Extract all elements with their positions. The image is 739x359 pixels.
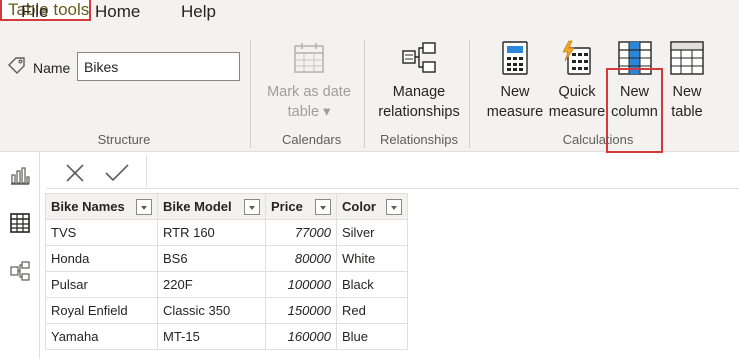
ribbon-separator [250, 40, 251, 148]
column-header-color[interactable]: Color [336, 193, 408, 220]
table-name-input[interactable] [77, 52, 240, 81]
chevron-down-icon[interactable] [315, 198, 331, 215]
column-header-bike-names[interactable]: Bike Names [45, 193, 158, 220]
group-label-calculations: Calculations [562, 132, 634, 147]
menu-home[interactable]: Home [95, 2, 140, 22]
column-header-label: Bike Names [51, 199, 125, 214]
lightning-calculator-icon [562, 40, 591, 75]
column-header-label: Price [271, 199, 303, 214]
cell-bike-model[interactable]: MT-15 [157, 323, 266, 350]
menu-bar: File Home Help Table tools [0, 0, 739, 30]
cell-bike-name[interactable]: Pulsar [45, 271, 158, 298]
table-grid-icon[interactable] [9, 212, 31, 234]
table-header-row: Bike Names Bike Model Price Color [45, 193, 408, 220]
menu-file[interactable]: File [21, 2, 48, 22]
ribbon-separator [364, 40, 365, 148]
cell-price[interactable]: 80000 [265, 245, 337, 272]
cell-color[interactable]: White [336, 245, 408, 272]
cell-bike-name[interactable]: Yamaha [45, 323, 158, 350]
cell-color[interactable]: Blue [336, 323, 408, 350]
manage-label-2: relationships [378, 104, 460, 120]
ribbon: Name Structure Mark as date table ▾ Cale… [0, 30, 739, 153]
cell-price[interactable]: 160000 [265, 323, 337, 350]
ribbon-separator [469, 40, 470, 148]
cell-bike-model[interactable]: Classic 350 [157, 297, 266, 324]
cell-price[interactable]: 100000 [265, 271, 337, 298]
cell-color[interactable]: Silver [336, 219, 408, 246]
cell-bike-name[interactable]: Honda [45, 245, 158, 272]
mark-as-date-table-button[interactable]: Mark as date table ▾ [262, 40, 356, 122]
chevron-down-icon[interactable] [136, 198, 152, 215]
column-header-price[interactable]: Price [265, 193, 337, 220]
cell-bike-model[interactable]: BS6 [157, 245, 266, 272]
bar-chart-icon[interactable] [9, 164, 31, 186]
column-header-label: Color [342, 199, 376, 214]
manage-relationships-button[interactable]: Manage relationships [372, 40, 466, 122]
model-icon[interactable] [9, 260, 31, 282]
quick-measure-label-2: measure [548, 104, 606, 120]
new-table-label-2: table [671, 104, 703, 120]
new-table-icon [670, 41, 704, 75]
chevron-down-icon[interactable] [244, 198, 260, 215]
formula-bar [46, 153, 739, 189]
new-table-label-1: New [672, 84, 702, 100]
relationships-icon [402, 42, 436, 73]
cell-color[interactable]: Red [336, 297, 408, 324]
cell-price[interactable]: 150000 [265, 297, 337, 324]
table-row[interactable]: Yamaha MT-15 160000 Blue [45, 323, 408, 350]
menu-help[interactable]: Help [181, 2, 216, 22]
new-measure-button[interactable]: New measure [484, 40, 546, 122]
check-icon[interactable] [104, 162, 130, 184]
mark-as-date-label-1: Mark as date [267, 84, 351, 100]
cell-bike-model[interactable]: 220F [157, 271, 266, 298]
manage-label-1: Manage [392, 84, 446, 100]
table-row[interactable]: Royal Enfield Classic 350 150000 Red [45, 297, 408, 324]
data-table: Bike Names Bike Model Price Color TVS RT… [45, 193, 408, 350]
name-label: Name [33, 60, 71, 76]
new-table-button[interactable]: New table [663, 40, 711, 122]
quick-measure-label-1: Quick [558, 84, 596, 100]
new-measure-label-2: measure [486, 104, 544, 120]
cell-price[interactable]: 77000 [265, 219, 337, 246]
formula-separator [146, 155, 147, 187]
table-row[interactable]: Honda BS6 80000 White [45, 245, 408, 272]
close-icon[interactable] [64, 162, 86, 184]
table-row[interactable]: Pulsar 220F 100000 Black [45, 271, 408, 298]
view-switcher [0, 152, 40, 359]
column-header-label: Bike Model [163, 199, 232, 214]
cell-bike-name[interactable]: Royal Enfield [45, 297, 158, 324]
group-label-calendars: Calendars [282, 132, 342, 147]
cell-bike-model[interactable]: RTR 160 [157, 219, 266, 246]
quick-measure-button[interactable]: Quick measure [546, 40, 608, 122]
group-label-structure: Structure [97, 132, 151, 147]
cell-color[interactable]: Black [336, 271, 408, 298]
cell-bike-name[interactable]: TVS [45, 219, 158, 246]
column-header-bike-model[interactable]: Bike Model [157, 193, 266, 220]
tag-icon [8, 57, 25, 74]
chevron-down-icon[interactable] [386, 198, 402, 215]
group-label-relationships: Relationships [379, 132, 459, 147]
calculator-icon [502, 41, 528, 75]
calendar-icon [294, 43, 324, 73]
table-row[interactable]: TVS RTR 160 77000 Silver [45, 219, 408, 246]
new-measure-label-1: New [500, 84, 530, 100]
mark-as-date-label-2: table ▾ [287, 104, 331, 120]
